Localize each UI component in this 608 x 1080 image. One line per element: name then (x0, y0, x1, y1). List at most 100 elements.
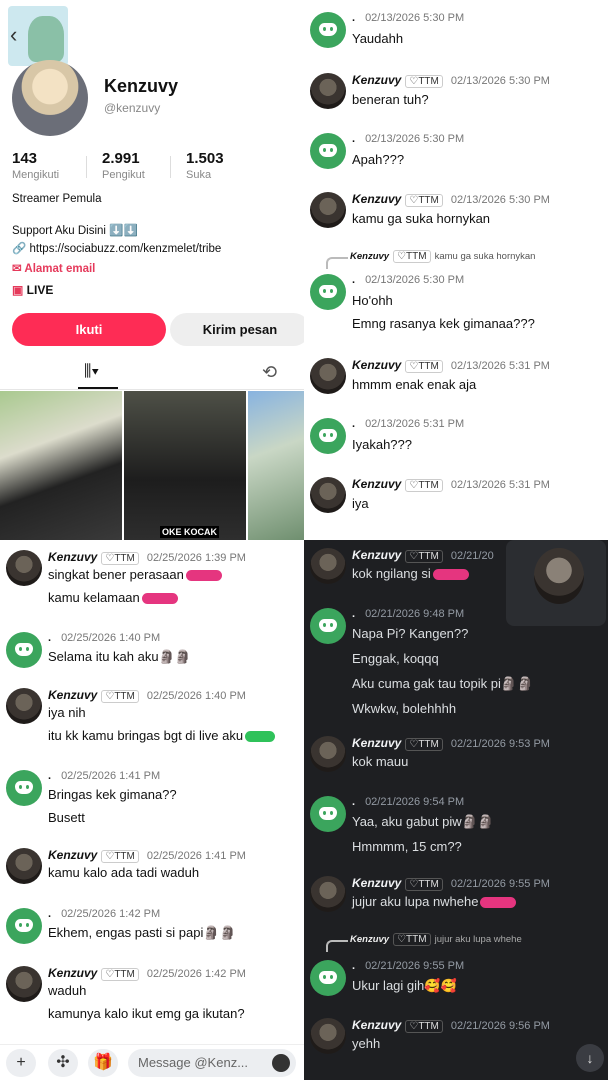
chat-message: Kenzuvy ♡TTM 02/13/2026 5:31 PM iya (304, 477, 608, 523)
author-name[interactable]: . (48, 908, 51, 920)
reply-preview[interactable]: Kenzuvy ♡TTM kamu ga suka hornykan (350, 250, 535, 263)
gift-icon[interactable]: 🎁 (88, 1049, 118, 1077)
user-avatar[interactable] (310, 876, 346, 912)
role-tag: ♡TTM (393, 933, 431, 946)
author-name[interactable]: Kenzuvy (48, 550, 97, 564)
user-avatar[interactable] (310, 736, 346, 772)
emoji-icon[interactable] (272, 1054, 290, 1072)
author-name[interactable]: . (352, 960, 355, 972)
author-name[interactable]: Kenzuvy (352, 1018, 401, 1032)
discord-avatar-icon[interactable] (6, 908, 42, 944)
bio-link[interactable]: 🔗 https://sociabuzz.com/kenzmelet/tribe (12, 241, 221, 255)
profile-avatar[interactable] (12, 60, 88, 136)
user-avatar[interactable] (310, 192, 346, 228)
discord-avatar-icon[interactable] (310, 12, 346, 48)
discord-avatar-icon[interactable] (310, 274, 346, 310)
message-header: . 02/13/2026 5:30 PM (352, 12, 464, 24)
user-avatar[interactable] (310, 358, 346, 394)
author-name[interactable]: Kenzuvy (352, 876, 401, 890)
message-text: Ekhem, engas pasti si papi🗿🗿 (48, 925, 236, 941)
message-input[interactable]: Message @Kenz... (128, 1049, 296, 1077)
author-name[interactable]: . (48, 770, 51, 782)
author-name[interactable]: Kenzuvy (352, 358, 401, 372)
stat-likes[interactable]: 1.503 Suka (186, 150, 224, 181)
message-text: Napa Pi? Kangen?? (352, 626, 468, 641)
message-text: Iyakah??? (352, 437, 412, 452)
user-avatar[interactable] (310, 477, 346, 513)
back-arrow-icon[interactable]: ‹ (10, 22, 17, 48)
video-thumbnail[interactable] (248, 391, 304, 540)
author-name[interactable]: Kenzuvy (352, 736, 401, 750)
message-timestamp: 02/21/2026 9:55 PM (365, 960, 465, 972)
user-avatar[interactable] (6, 688, 42, 724)
user-avatar[interactable] (6, 966, 42, 1002)
author-name[interactable]: . (48, 632, 51, 644)
live-link[interactable]: ▣ LIVE (12, 283, 53, 297)
message-text: Busett (48, 810, 85, 825)
videos-grid-icon[interactable]: ⫼▾ (84, 363, 99, 381)
user-avatar[interactable] (6, 848, 42, 884)
author-name[interactable]: . (352, 796, 355, 808)
reply-preview[interactable]: Kenzuvy ♡TTM jujur aku lupa whehe (350, 933, 522, 946)
user-avatar[interactable] (310, 548, 346, 584)
message-text-content: Emng rasanya kek gimanaa??? (352, 316, 535, 331)
message-timestamp: 02/13/2026 5:31 PM (365, 418, 465, 430)
message-text: Hmmmm, 15 cm?? (352, 839, 462, 854)
stat-followers[interactable]: 2.991 Pengikut (102, 150, 145, 181)
author-name[interactable]: Kenzuvy (352, 548, 401, 562)
author-name[interactable]: . (352, 133, 355, 145)
message-timestamp: 02/25/2026 1:42 PM (146, 968, 246, 980)
message-header: . 02/13/2026 5:30 PM (352, 274, 464, 286)
video-thumbnail[interactable]: OKE KOCAK (124, 391, 246, 540)
plus-icon[interactable]: + (6, 1049, 36, 1077)
message-text-content: Aku cuma gak tau topik pi🗿🗿 (352, 676, 534, 691)
author-name[interactable]: Kenzuvy (352, 192, 401, 206)
author-name[interactable]: . (352, 12, 355, 24)
follow-button[interactable]: Ikuti (12, 313, 166, 346)
message-text: Enggak, koqqq (352, 651, 439, 666)
discord-avatar-icon[interactable] (310, 960, 346, 996)
role-tag: ♡TTM (101, 968, 139, 981)
chat-message: Kenzuvy ♡TTM 02/21/2026 9:56 PM yehh (304, 1018, 608, 1065)
discord-avatar-icon[interactable] (6, 770, 42, 806)
message-timestamp: 02/13/2026 5:30 PM (365, 12, 465, 24)
send-message-button[interactable]: Kirim pesan (170, 313, 304, 346)
message-text: kamu ga suka hornykan (352, 211, 490, 226)
email-link[interactable]: ✉ Alamat email (12, 261, 95, 275)
chat-message: Kenzuvy ♡TTM 02/25/2026 1:40 PM iya nih itu … (0, 688, 304, 755)
author-name[interactable]: Kenzuvy (48, 966, 97, 980)
author-name[interactable]: . (352, 608, 355, 620)
chat-panel-1: . 02/13/2026 5:30 PM Yaudahh Kenzuvy ♡TTM 02/… (304, 0, 608, 540)
message-text: Yaudahh (352, 31, 403, 46)
message-timestamp: 02/25/2026 1:40 PM (146, 690, 246, 702)
message-text-content: Yaa, aku gabut piw🗿🗿 (352, 814, 494, 829)
author-name[interactable]: Kenzuvy (48, 688, 97, 702)
discord-avatar-icon[interactable] (310, 608, 346, 644)
discord-avatar-icon[interactable] (310, 796, 346, 832)
profile-name: Kenzuvy (104, 76, 179, 96)
message-text-content: itu kk kamu bringas bgt di live aku (48, 728, 244, 743)
discord-avatar-icon[interactable] (310, 418, 346, 454)
message-text: yehh (352, 1036, 380, 1051)
apps-icon[interactable]: ✣ (48, 1049, 78, 1077)
message-text: kamu kelamaan (48, 590, 178, 605)
censor-scribble (141, 593, 178, 605)
message-timestamp: 02/13/2026 5:30 PM (365, 133, 465, 145)
discord-avatar-icon[interactable] (310, 133, 346, 169)
author-name[interactable]: Kenzuvy (352, 477, 401, 491)
discord-avatar-icon[interactable] (6, 632, 42, 668)
video-thumbnail[interactable] (0, 391, 122, 540)
role-tag: ♡TTM (101, 552, 139, 565)
author-name[interactable]: . (352, 418, 355, 430)
user-avatar[interactable] (310, 1018, 346, 1054)
author-name[interactable]: Kenzuvy (48, 848, 97, 862)
repost-icon[interactable]: ⟲ (262, 362, 277, 383)
author-name[interactable]: Kenzuvy (352, 73, 401, 87)
user-avatar[interactable] (6, 550, 42, 586)
user-avatar[interactable] (310, 73, 346, 109)
message-text-content: hmmm enak enak aja (352, 377, 477, 392)
author-name[interactable]: . (352, 274, 355, 286)
chat-message: Kenzuvy ♡TTM 02/21/2026 9:53 PM kok mauu (304, 736, 608, 783)
stat-following[interactable]: 143 Mengikuti (12, 150, 59, 181)
message-timestamp: 02/21/2026 9:55 PM (450, 878, 550, 890)
